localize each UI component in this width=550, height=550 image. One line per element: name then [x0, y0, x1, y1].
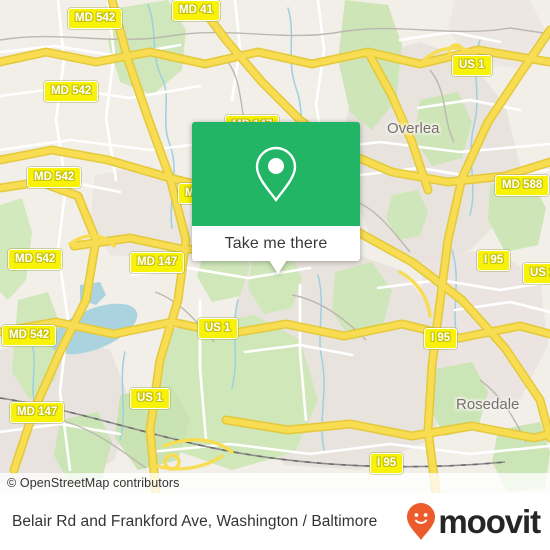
- map-attribution: © OpenStreetMap contributors: [0, 473, 550, 493]
- road-shield: I 95: [424, 328, 458, 349]
- place-label: Overlea: [387, 120, 440, 137]
- moovit-wordmark: moovit: [438, 503, 541, 540]
- destination-popup-card[interactable]: Take me there: [192, 122, 360, 274]
- popup-pointer-tail: [269, 260, 287, 274]
- road-shield: MD 147: [10, 402, 65, 423]
- take-me-there-label: Take me there: [224, 234, 328, 252]
- moovit-brand[interactable]: moovit: [406, 502, 541, 542]
- road-shield: US 1: [198, 318, 238, 339]
- place-label: Rosedale: [456, 396, 520, 413]
- footer-bar: Belair Rd and Frankford Ave, Washington …: [0, 493, 550, 550]
- moovit-map-screenshot: © OpenStreetMap contributors Overlea Rose…: [0, 0, 550, 550]
- road-shield: I 95: [370, 453, 404, 474]
- road-shield: I 95: [477, 250, 511, 271]
- take-me-there-button[interactable]: Take me there: [192, 226, 360, 261]
- road-shield: US 1: [130, 388, 170, 409]
- road-shield: MD 41: [172, 0, 220, 21]
- map-canvas[interactable]: © OpenStreetMap contributors Overlea Rose…: [0, 0, 550, 493]
- road-shield: MD 542: [44, 81, 99, 102]
- road-shield: MD 147: [130, 252, 185, 273]
- moovit-smiling-pin-icon: [407, 502, 436, 540]
- road-shield: MD 542: [8, 249, 63, 270]
- road-shield: US 1: [523, 263, 550, 284]
- road-shield: MD 588: [495, 175, 550, 196]
- road-shield: MD 542: [27, 167, 82, 188]
- map-pin-icon: [255, 146, 297, 203]
- popup-header[interactable]: [192, 122, 360, 226]
- attribution-text: © OpenStreetMap contributors: [7, 476, 180, 490]
- road-shield: MD 542: [68, 8, 123, 29]
- location-title: Belair Rd and Frankford Ave, Washington …: [12, 512, 378, 530]
- road-shield: US 1: [452, 55, 492, 76]
- road-shield: MD 542: [2, 325, 57, 346]
